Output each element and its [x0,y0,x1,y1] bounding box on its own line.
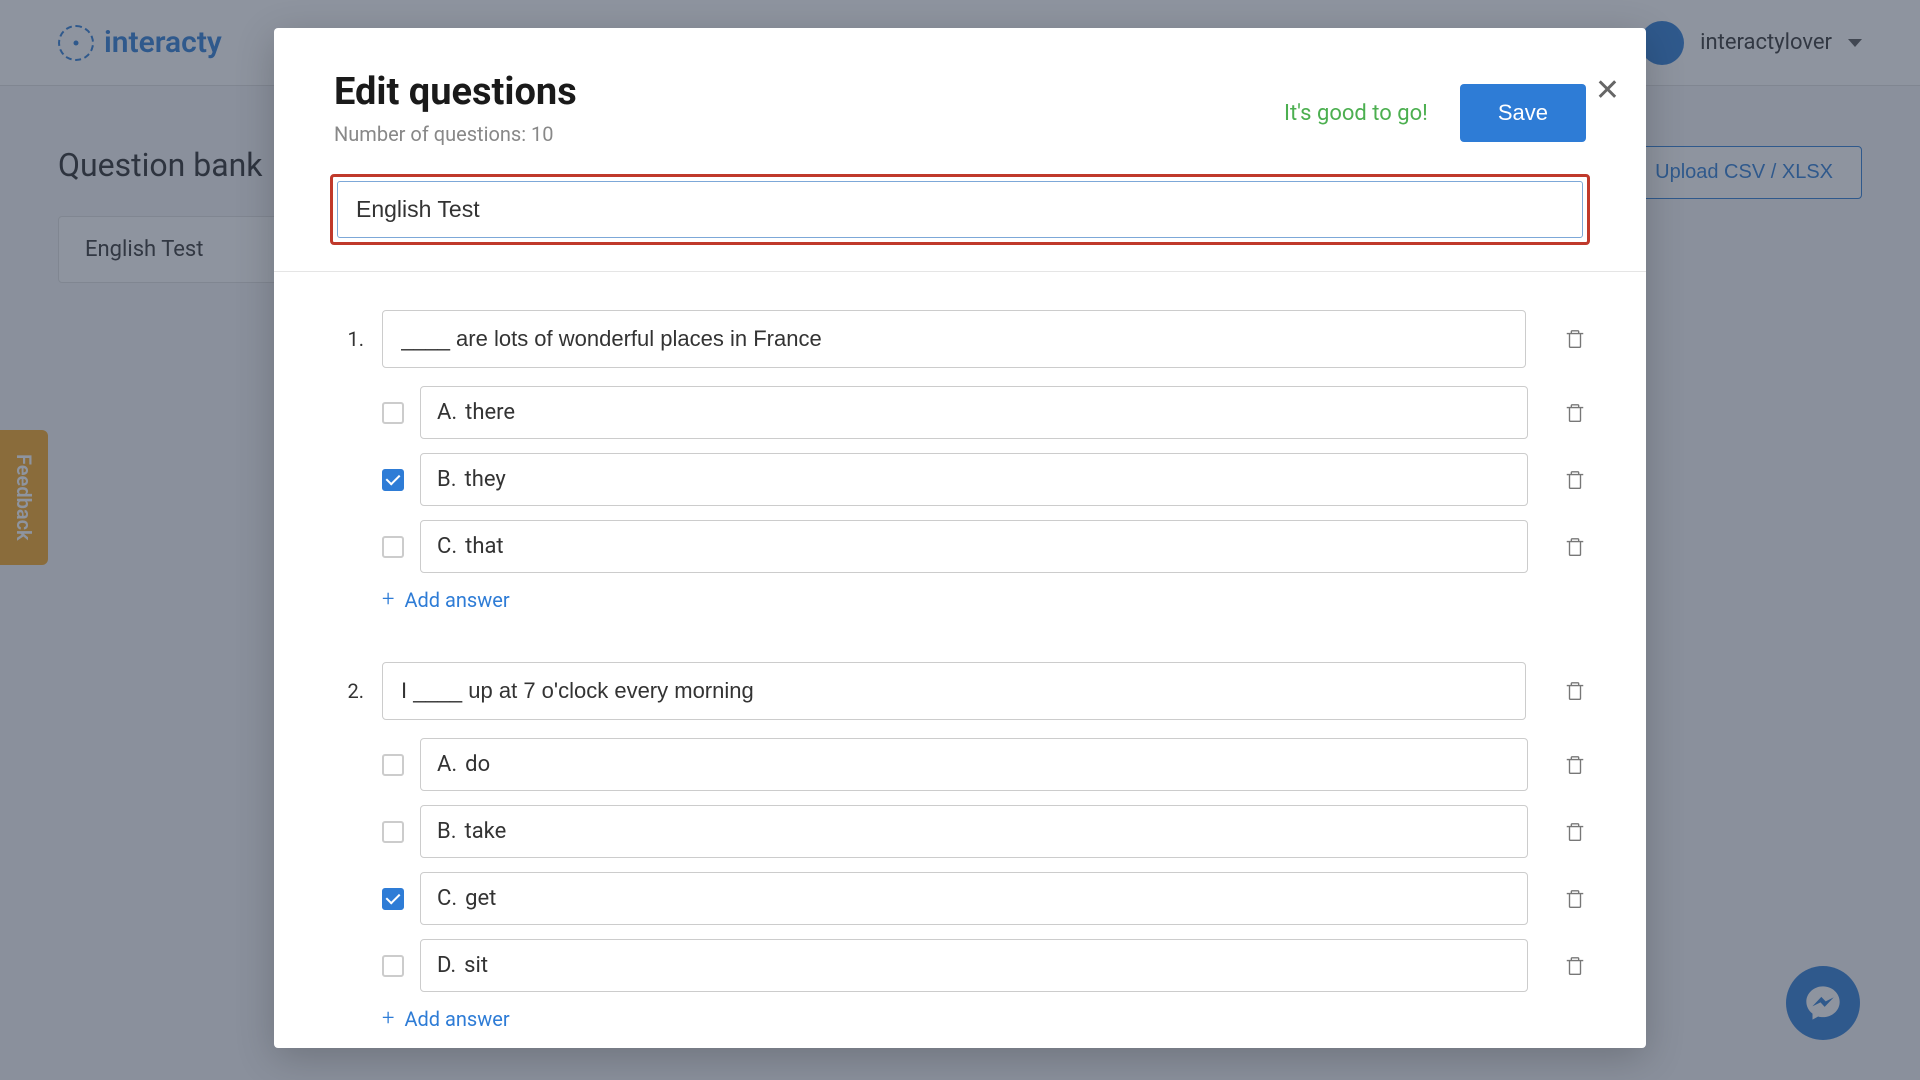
add-answer-label: Add answer [404,1007,509,1031]
delete-question-button[interactable] [1564,680,1586,702]
delete-answer-button[interactable] [1564,821,1586,843]
answer-letter: A. [437,400,457,425]
modal-subtitle: Number of questions: 10 [334,122,577,146]
modal-overlay: Edit questions Number of questions: 10 I… [0,0,1920,1080]
modal-header: Edit questions Number of questions: 10 I… [274,28,1646,174]
correct-answer-checkbox[interactable] [382,821,404,843]
save-button[interactable]: Save [1460,84,1586,142]
plus-icon: + [382,1006,394,1031]
quiz-title-input[interactable] [337,181,1583,238]
answer-input[interactable]: C. that [420,520,1528,573]
title-input-highlight [330,174,1590,245]
answer-text: sit [464,953,488,978]
delete-answer-button[interactable] [1564,955,1586,977]
add-answer-label: Add answer [404,588,509,612]
answer-text: take [465,819,507,844]
subtitle-prefix: Number of questions: [334,122,531,146]
answer-row: B. take [382,805,1586,858]
modal-title: Edit questions [334,70,577,114]
delete-answer-button[interactable] [1564,536,1586,558]
question-text-input[interactable] [382,310,1526,368]
validation-status: It's good to go! [1284,101,1428,126]
answer-text: there [465,400,515,425]
answer-text: they [465,467,506,492]
question-number: 2. [334,679,364,703]
question-block: 2. A. do B. take C. get D. sit + Add answer [334,662,1586,1031]
correct-answer-checkbox[interactable] [382,402,404,424]
add-answer-button[interactable]: + Add answer [382,587,1586,612]
question-count: 10 [531,122,553,146]
answer-row: A. there [382,386,1586,439]
add-answer-button[interactable]: + Add answer [382,1006,1586,1031]
answer-text: that [465,534,503,559]
answer-row: B. they [382,453,1586,506]
correct-answer-checkbox[interactable] [382,955,404,977]
correct-answer-checkbox[interactable] [382,469,404,491]
answer-input[interactable]: B. they [420,453,1528,506]
questions-list[interactable]: 1. A. there B. they C. that + Add answer 2. A. do B.… [274,272,1646,1048]
delete-answer-button[interactable] [1564,402,1586,424]
answer-letter: B. [437,819,457,844]
answer-row: A. do [382,738,1586,791]
answer-row: C. get [382,872,1586,925]
answer-letter: C. [437,534,457,559]
question-number: 1. [334,327,364,351]
question-block: 1. A. there B. they C. that + Add answer [334,310,1586,612]
answer-input[interactable]: B. take [420,805,1528,858]
delete-answer-button[interactable] [1564,888,1586,910]
delete-question-button[interactable] [1564,328,1586,350]
correct-answer-checkbox[interactable] [382,536,404,558]
delete-answer-button[interactable] [1564,469,1586,491]
delete-answer-button[interactable] [1564,754,1586,776]
plus-icon: + [382,587,394,612]
answer-input[interactable]: C. get [420,872,1528,925]
answer-letter: A. [437,752,457,777]
question-text-input[interactable] [382,662,1526,720]
answer-input[interactable]: A. there [420,386,1528,439]
close-icon[interactable]: ✕ [1595,76,1620,106]
answer-letter: B. [437,467,457,492]
correct-answer-checkbox[interactable] [382,888,404,910]
answer-input[interactable]: D. sit [420,939,1528,992]
answer-text: get [465,886,496,911]
answer-letter: D. [437,953,456,978]
answer-text: do [465,752,490,777]
correct-answer-checkbox[interactable] [382,754,404,776]
answer-letter: C. [437,886,457,911]
answer-row: D. sit [382,939,1586,992]
edit-questions-modal: Edit questions Number of questions: 10 I… [274,28,1646,1048]
answer-row: C. that [382,520,1586,573]
answer-input[interactable]: A. do [420,738,1528,791]
